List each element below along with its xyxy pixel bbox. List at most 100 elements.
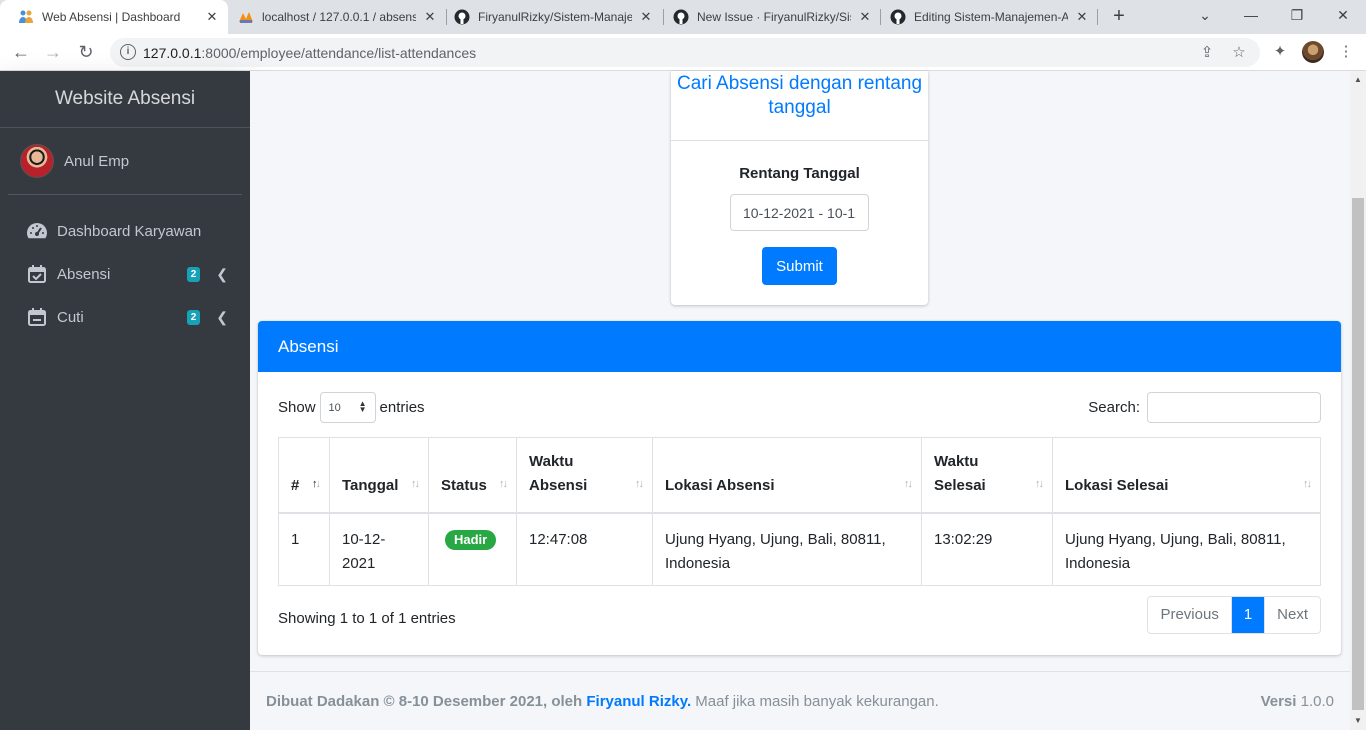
close-tab-icon[interactable]: ✕ xyxy=(1074,9,1090,25)
bookmark-star-icon[interactable]: ☆ xyxy=(1230,44,1248,62)
phpmyadmin-icon xyxy=(238,9,254,25)
profile-avatar[interactable] xyxy=(1302,41,1324,63)
table-header-row: # ↑↓ Tanggal ↑↓ Status ↑↓ Waktu Absensi ↑↓ L… xyxy=(278,437,1321,514)
table-card-title: Absensi xyxy=(258,321,1341,372)
content-wrapper: Cari Absensi dengan rentang tanggal Rent… xyxy=(250,71,1350,730)
column-header-lokasi-selesai[interactable]: Lokasi Selesai ↑↓ xyxy=(1052,437,1321,514)
count-badge: 2 xyxy=(186,266,201,282)
version-value: 1.0.0 xyxy=(1300,692,1334,710)
url-text[interactable]: 127.0.0.1:8000/employee/attendance/list-… xyxy=(143,45,476,61)
chevron-left-icon[interactable]: ❮ xyxy=(216,309,228,326)
cell-tanggal-text: 10-12-2021 xyxy=(342,530,386,572)
entries-length-value: 10 xyxy=(328,401,341,414)
column-header-label: Lokasi Selesai xyxy=(1065,476,1169,494)
footer-suffix: Maaf jika masih banyak kekurangan. xyxy=(695,692,939,710)
sidebar-item-label: Dashboard Karyawan xyxy=(57,222,202,240)
cell-waktu-absensi: 12:47:08 xyxy=(516,512,653,586)
column-header-no[interactable]: # ↑↓ xyxy=(278,437,330,514)
table-info: Showing 1 to 1 of 1 entries xyxy=(278,610,456,627)
length-control: Show 10 ▲ ▼ entries xyxy=(278,392,425,423)
pagination: Previous 1 Next xyxy=(1147,596,1321,634)
column-header-label: Waktu Absensi xyxy=(529,452,588,494)
restore-icon[interactable]: ❐ xyxy=(1274,0,1320,30)
menu-kebab-icon[interactable]: ⋮ xyxy=(1336,42,1356,62)
sidebar-item-absensi[interactable]: Absensi 2 ❮ xyxy=(8,254,242,294)
site-info-icon[interactable]: i xyxy=(120,44,136,60)
user-panel: Anul Emp xyxy=(8,128,242,195)
sort-icon: ↑↓ xyxy=(499,477,508,490)
close-tab-icon[interactable]: ✕ xyxy=(204,9,220,25)
column-header-label: Tanggal xyxy=(342,476,399,494)
cell-tanggal: 10-12-2021 xyxy=(329,512,429,586)
sort-icon: ↑↓ xyxy=(1303,477,1312,490)
column-header-tanggal[interactable]: Tanggal ↑↓ xyxy=(329,437,429,514)
footer-version: Versi 1.0.0 xyxy=(1261,693,1334,710)
user-avatar xyxy=(20,144,54,178)
version-label: Versi xyxy=(1260,692,1297,710)
tab-title: localhost / 127.0.0.1 / absensi xyxy=(262,10,416,24)
date-range-input[interactable] xyxy=(730,194,869,231)
share-icon[interactable]: ⇪ xyxy=(1198,44,1216,62)
minimize-icon[interactable]: — xyxy=(1228,0,1274,30)
search-card-title: Cari Absensi dengan rentang tanggal xyxy=(671,71,928,141)
sort-icon: ↑↓ xyxy=(904,477,913,490)
status-badge: Hadir xyxy=(445,529,497,550)
github-icon xyxy=(673,9,689,25)
table-search-input[interactable] xyxy=(1147,392,1321,423)
date-range-label: Rentang Tanggal xyxy=(739,165,860,182)
reload-icon[interactable]: ↻ xyxy=(73,39,99,65)
scrollbar-thumb[interactable] xyxy=(1352,198,1364,710)
submit-button[interactable]: Submit xyxy=(762,247,837,285)
sort-icon: ↑↓ xyxy=(1035,477,1044,490)
scroll-up-icon[interactable]: ▲ xyxy=(1354,75,1362,84)
column-header-lokasi-absensi[interactable]: Lokasi Absensi ↑↓ xyxy=(652,437,922,514)
cell-lokasi-selesai: Ujung Hyang, Ujung, Bali, 80811, Indones… xyxy=(1052,512,1321,586)
close-tab-icon[interactable]: ✕ xyxy=(638,9,654,25)
close-tab-icon[interactable]: ✕ xyxy=(857,9,873,25)
close-window-icon[interactable]: ✕ xyxy=(1320,0,1366,30)
tab-title: New Issue · FiryanulRizky/Sistem xyxy=(697,10,851,24)
browser-tab[interactable]: Editing Sistem-Manajemen-Absensi ✕ xyxy=(872,0,1098,34)
browser-tab[interactable]: New Issue · FiryanulRizky/Sistem ✕ xyxy=(655,0,881,34)
browser-tab-strip: Web Absensi | Dashboard ✕ localhost / 12… xyxy=(0,0,1366,34)
previous-page-button[interactable]: Previous xyxy=(1148,597,1230,633)
new-tab-button[interactable]: + xyxy=(1108,6,1130,28)
footer-prefix: Dibuat Dadakan © 8-10 Desember 2021, ole… xyxy=(266,692,583,710)
tab-title: Editing Sistem-Manajemen-Absensi xyxy=(914,10,1068,24)
calendar-check-icon xyxy=(26,264,48,284)
cell-no: 1 xyxy=(278,512,330,586)
browser-tab[interactable]: localhost / 127.0.0.1 / absensi ✕ xyxy=(220,0,446,34)
tab-search-icon[interactable]: ⌄ xyxy=(1182,0,1228,30)
table-search: Search: xyxy=(1088,392,1321,423)
scroll-down-icon[interactable]: ▼ xyxy=(1354,716,1362,725)
address-bar[interactable]: i 127.0.0.1:8000/employee/attendance/lis… xyxy=(110,38,1260,67)
sidebar-item-label: Cuti xyxy=(57,308,84,326)
page-number-button[interactable]: 1 xyxy=(1230,597,1265,633)
date-range-search-card: Cari Absensi dengan rentang tanggal Rent… xyxy=(671,71,928,305)
column-header-status[interactable]: Status ↑↓ xyxy=(428,437,517,514)
calendar-minus-icon xyxy=(26,307,48,327)
author-link[interactable]: Firyanul Rizky. xyxy=(586,693,691,710)
browser-tab[interactable]: FiryanulRizky/Sistem-Manajemen ✕ xyxy=(436,0,662,34)
user-name[interactable]: Anul Emp xyxy=(64,153,129,170)
forward-icon[interactable]: → xyxy=(40,39,66,65)
chevron-left-icon[interactable]: ❮ xyxy=(216,266,228,283)
browser-tab-active[interactable]: Web Absensi | Dashboard ✕ xyxy=(0,0,228,34)
back-icon[interactable]: ← xyxy=(8,39,34,65)
show-label: Show xyxy=(278,399,316,416)
attendance-table-card: Absensi Show 10 ▲ ▼ entries Search: # ↑↓ T… xyxy=(258,321,1341,655)
tachometer-icon xyxy=(26,221,48,241)
next-page-button[interactable]: Next xyxy=(1264,597,1320,633)
page-scrollbar[interactable]: ▲ ▼ xyxy=(1350,71,1366,730)
attendance-table: # ↑↓ Tanggal ↑↓ Status ↑↓ Waktu Absensi ↑↓ L… xyxy=(278,437,1321,586)
brand-link[interactable]: Website Absensi xyxy=(0,71,250,128)
people-icon xyxy=(18,9,34,25)
cell-lokasi-absensi: Ujung Hyang, Ujung, Bali, 80811, Indones… xyxy=(652,512,922,586)
column-header-label: Lokasi Absensi xyxy=(665,476,775,494)
sidebar-item-cuti[interactable]: Cuti 2 ❮ xyxy=(8,297,242,337)
entries-length-select[interactable]: 10 ▲ ▼ xyxy=(319,392,376,423)
sidebar-item-dashboard[interactable]: Dashboard Karyawan xyxy=(8,211,242,251)
column-header-waktu-absensi[interactable]: Waktu Absensi ↑↓ xyxy=(516,437,653,514)
column-header-waktu-selesai[interactable]: Waktu Selesai ↑↓ xyxy=(921,437,1053,514)
extensions-puzzle-icon[interactable]: ✦ xyxy=(1270,42,1290,62)
